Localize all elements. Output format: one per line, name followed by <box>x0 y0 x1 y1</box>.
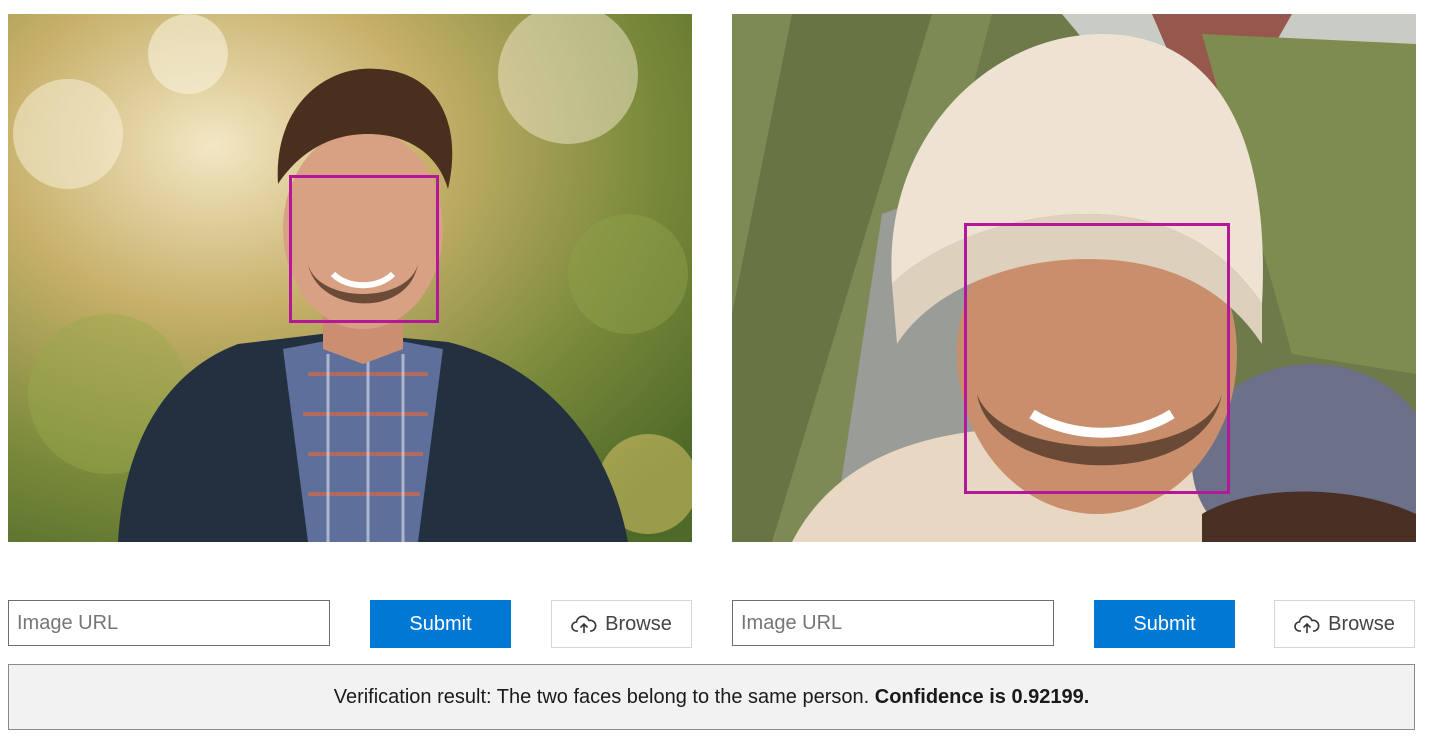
face-verification-page: Submit Browse Submit Browse Verification… <box>0 0 1429 743</box>
left-image-url-input[interactable] <box>8 600 330 646</box>
left-browse-label: Browse <box>605 612 672 635</box>
cloud-upload-icon <box>571 614 597 634</box>
right-submit-button[interactable]: Submit <box>1094 600 1235 648</box>
left-photo <box>8 14 692 542</box>
right-browse-label: Browse <box>1328 612 1395 635</box>
cloud-upload-icon <box>1294 614 1320 634</box>
right-photo <box>732 14 1416 542</box>
right-face-box <box>964 223 1230 494</box>
confidence-text: Confidence is 0.92199. <box>874 685 1090 708</box>
verification-result-text: Verification result: The two faces belon… <box>333 685 875 708</box>
right-image-url-input[interactable] <box>732 600 1054 646</box>
right-browse-button[interactable]: Browse <box>1274 600 1415 648</box>
left-browse-button[interactable]: Browse <box>551 600 692 648</box>
left-face-box <box>289 175 439 323</box>
verification-result-bar: Verification result: The two faces belon… <box>8 664 1415 730</box>
left-submit-button[interactable]: Submit <box>370 600 511 648</box>
